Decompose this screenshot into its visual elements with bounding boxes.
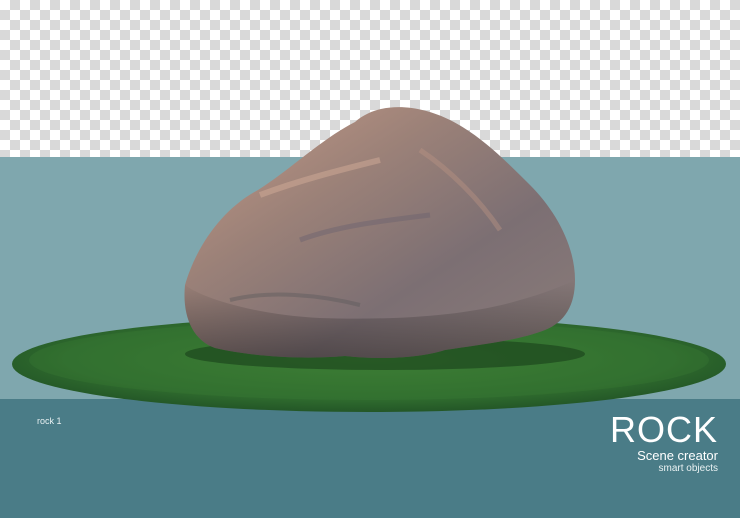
title-text: ROCK: [609, 409, 718, 450]
subsubtitle-text: smart objects: [658, 463, 718, 474]
image-canvas: rock 1 ROCK Scene creator smart objects: [0, 0, 740, 518]
rock-shape: [184, 107, 575, 359]
caption-label: rock 1: [37, 416, 62, 426]
subtitle-text: Scene creator: [637, 448, 718, 463]
